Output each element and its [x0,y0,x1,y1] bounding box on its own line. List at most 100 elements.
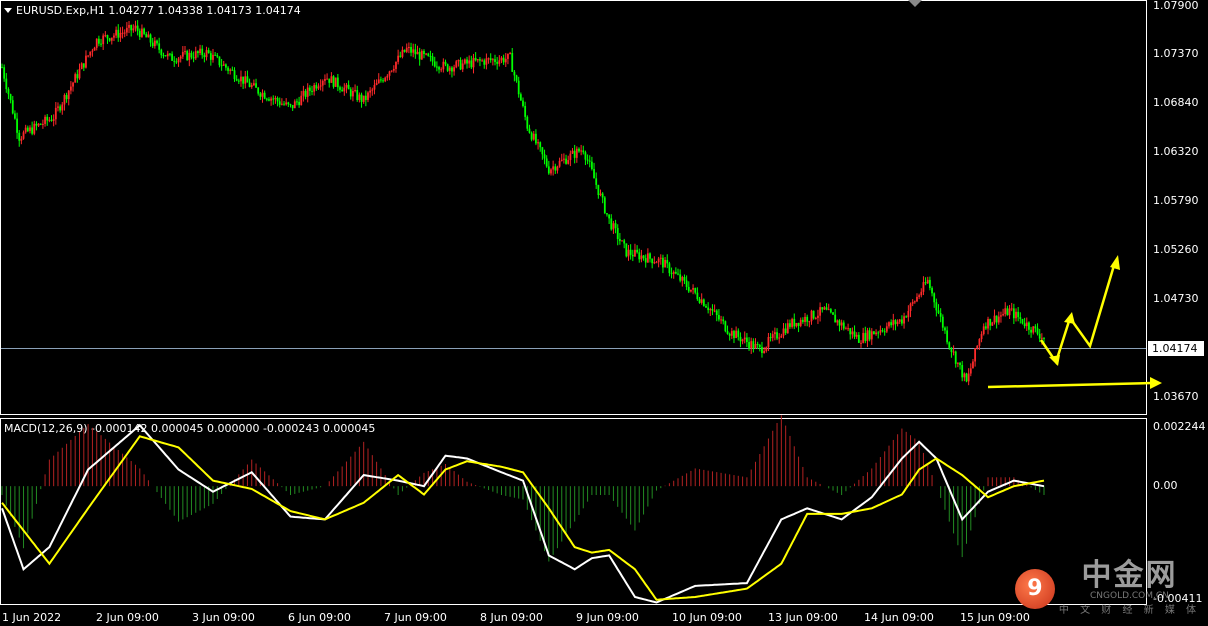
candle-bear [171,53,173,61]
candle-bear [883,331,886,333]
candle-bear [496,61,499,64]
candle-bull [48,119,51,121]
candle-bull [412,49,415,53]
candle-bear [341,89,344,92]
candle-bear [590,161,593,170]
candle-bear [528,128,531,133]
candle-bear [190,52,193,58]
candle-bull [313,85,316,92]
candle-bull [61,104,64,111]
candle-bull [166,53,169,57]
candle-bear [14,113,16,119]
candle-bear [728,333,731,336]
candle-bull [862,332,865,343]
candle-bull [392,68,395,71]
candle-bull [134,25,137,29]
candle-bull [74,74,77,83]
candle-bull [440,69,443,71]
candle-bear [5,78,8,90]
candle-bear [937,310,940,314]
candle-bear [670,273,673,275]
candle-bear [881,330,884,332]
candle-bear [489,58,492,61]
candle-bull [765,347,768,351]
candle-bull [560,159,563,161]
candle-bull [125,27,128,33]
candle-bear [595,178,598,185]
watermark-url: CNGOLD.COM.CN [1090,591,1169,601]
candle-bear [565,158,567,164]
candle-bull [823,307,826,310]
panel-menu-icon[interactable] [4,8,12,13]
candle-bull [866,330,869,342]
candle-bull [229,69,232,71]
candle-bear [203,55,206,58]
candle-bear [517,80,520,95]
candle-bear [679,274,682,281]
candle-bear [149,34,152,43]
candle-bear [547,166,550,174]
candle-bull [713,310,716,312]
candle-bear [674,271,677,274]
candle-bull [377,79,380,84]
candle-bull [67,90,70,100]
candle-bear [130,25,133,31]
candle-bull [799,319,802,326]
candle-bull [916,296,918,302]
candle-bear [255,83,257,88]
time-label: 1 Jun 2022 [2,611,61,624]
price-label: 1.05260 [1153,243,1199,256]
candle-bear [582,150,585,153]
candle-bull [563,158,565,160]
candle-bull [1032,326,1035,333]
candle-bull [763,350,766,353]
candle-bear [308,87,311,91]
candle-bull [401,49,404,57]
candle-bear [59,106,62,111]
candle-bull [664,259,666,268]
candle-bear [614,223,617,228]
candle-bear [638,252,641,260]
candle-bull [22,132,25,139]
candle-bull [827,309,830,311]
candle-bull [780,335,783,338]
candle-bear [944,327,946,331]
candle-bear [235,79,238,81]
candle-bull [1002,314,1004,316]
candle-bull [354,90,356,92]
candle-bear [573,150,576,158]
candle-bear [668,263,671,274]
candle-bull [119,32,122,38]
candle-bull [371,89,374,91]
scroll-marker-icon[interactable] [908,0,922,7]
candle-bull [1000,315,1002,317]
candle-bull [640,255,643,260]
candle-bear [347,84,350,90]
candle-bull [754,343,757,349]
candle-bear [812,310,815,319]
candle-bull [300,95,303,106]
candle-bear [50,119,53,121]
candle-bear [18,132,21,141]
candle-bull [330,76,333,83]
candle-bull [463,59,466,64]
candle-bear [201,48,204,56]
candle-bull [847,328,849,330]
candle-bear [651,258,654,264]
candle-bull [388,71,391,76]
candle-bull [735,330,738,339]
candle-bear [631,254,634,257]
candle-bull [814,317,817,319]
current-price-label: 1.04174 [1152,342,1198,355]
candle-bull [730,331,733,336]
candle-bull [405,47,408,52]
candle-bull [804,316,806,322]
candle-bear [715,310,718,315]
candle-bull [819,307,821,316]
candle-bull [810,310,813,322]
candle-bear [1036,328,1039,334]
candle-bear [433,61,436,67]
candle-bull [52,119,55,121]
candle-bull [72,82,74,87]
candle-bull [1015,311,1017,319]
